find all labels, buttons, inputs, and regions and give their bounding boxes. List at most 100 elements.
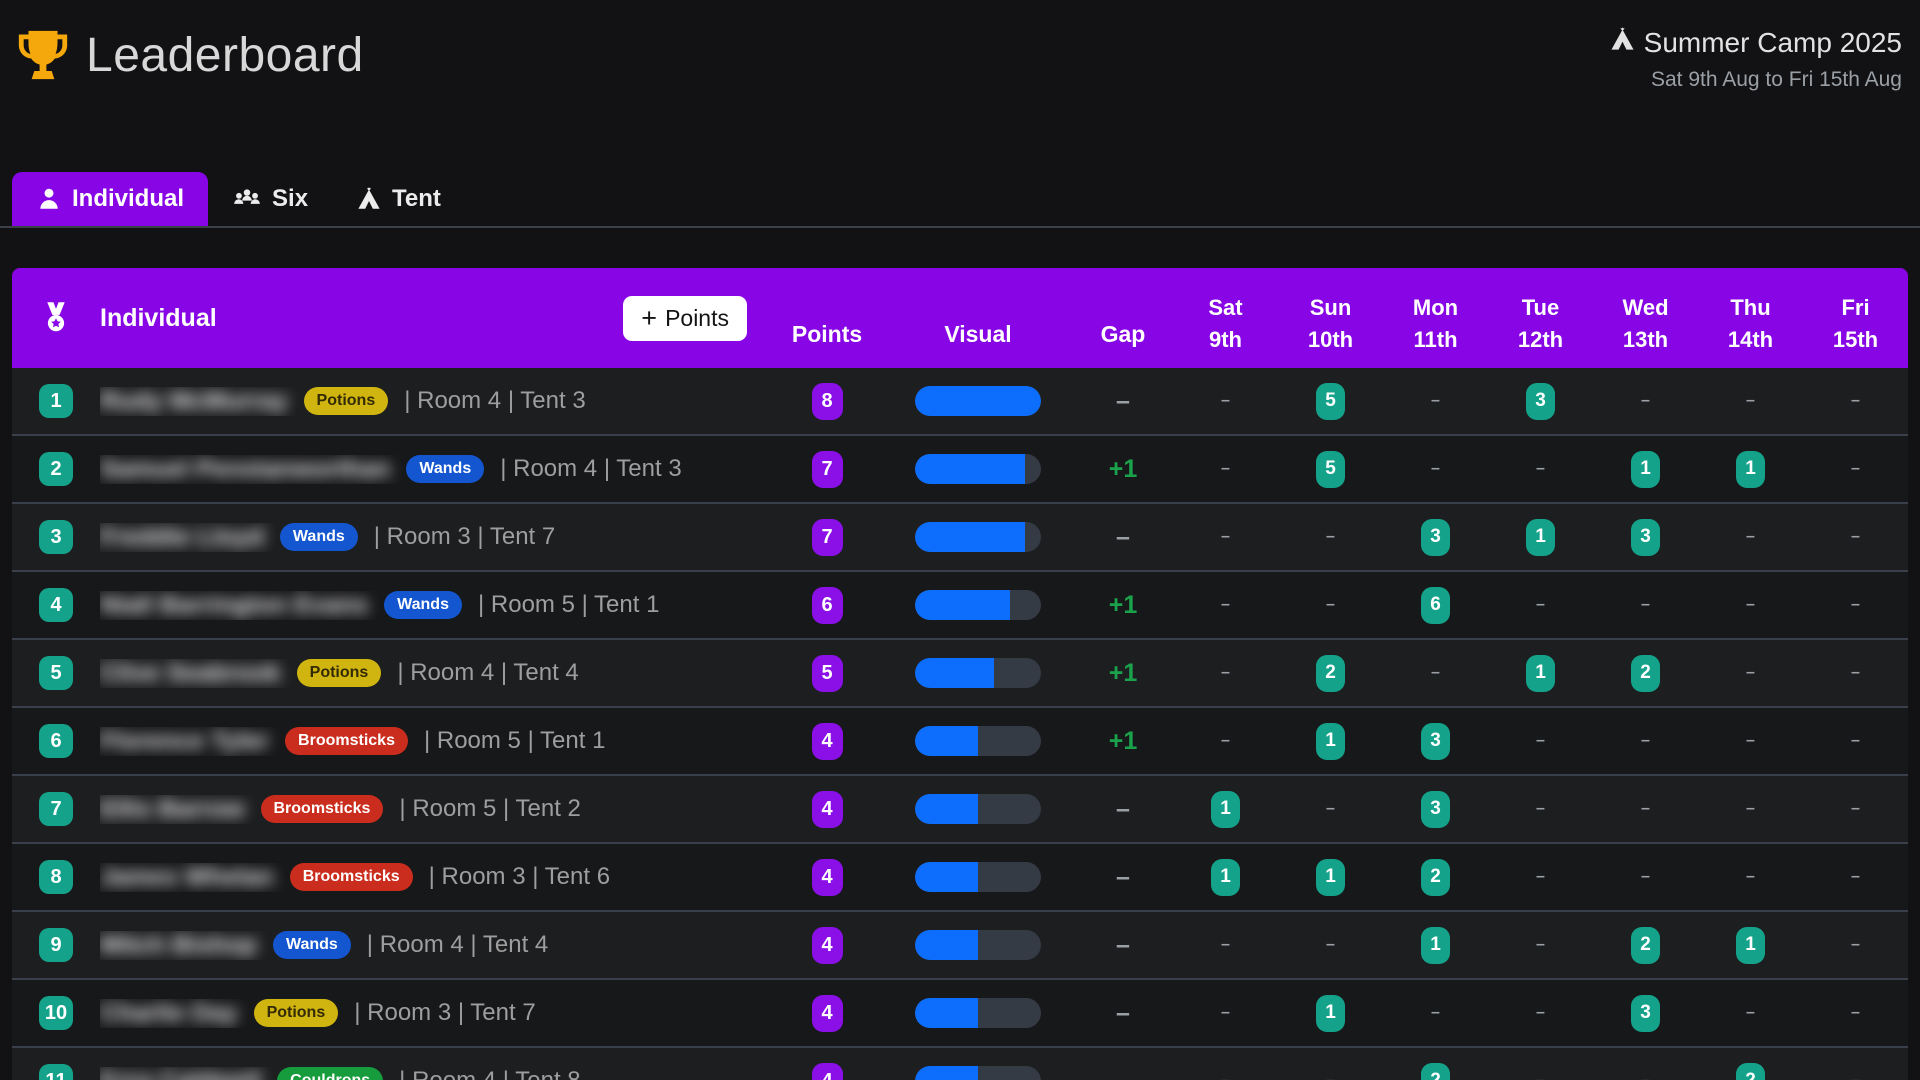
day-empty: – bbox=[1326, 596, 1335, 614]
column-day-wed: Wed13th bbox=[1593, 292, 1698, 368]
group-icon bbox=[232, 186, 262, 212]
rank-badge: 3 bbox=[39, 520, 73, 554]
leaderboard-row: 6Florence TylerBroomsticks| Room 5 | Ten… bbox=[12, 706, 1908, 774]
leaderboard-row: 10Charlie DayPotions| Room 3 | Tent 74––… bbox=[12, 978, 1908, 1046]
player-name-blurred: James Whelan bbox=[100, 863, 274, 892]
tab-individual[interactable]: Individual bbox=[12, 172, 208, 226]
rank-badge: 11 bbox=[39, 1064, 73, 1080]
team-badge: Broomsticks bbox=[261, 795, 384, 823]
day-empty: – bbox=[1536, 1004, 1545, 1022]
day-empty: – bbox=[1851, 732, 1860, 750]
progress-bar bbox=[915, 658, 1041, 688]
add-points-button[interactable]: + Points bbox=[623, 296, 747, 341]
day-empty: – bbox=[1641, 392, 1650, 410]
day-empty: – bbox=[1746, 732, 1755, 750]
day-points-badge: 1 bbox=[1211, 791, 1240, 828]
rank-badge: 8 bbox=[39, 860, 73, 894]
player-location: | Room 4 | Tent 8 bbox=[399, 1067, 580, 1080]
day-points-badge: 6 bbox=[1421, 587, 1450, 624]
day-empty: – bbox=[1536, 1072, 1545, 1080]
gap-value: – bbox=[1116, 863, 1130, 891]
progress-fill bbox=[915, 794, 978, 824]
player-location: | Room 4 | Tent 3 bbox=[500, 455, 681, 483]
team-badge: Potions bbox=[254, 999, 339, 1027]
gap-value: – bbox=[1116, 387, 1130, 415]
day-empty: – bbox=[1851, 392, 1860, 410]
progress-fill bbox=[915, 590, 1010, 620]
progress-bar bbox=[915, 930, 1041, 960]
day-empty: – bbox=[1746, 596, 1755, 614]
progress-bar bbox=[915, 998, 1041, 1028]
day-empty: – bbox=[1641, 732, 1650, 750]
points-badge: 4 bbox=[812, 723, 843, 760]
column-points: Points bbox=[771, 321, 883, 368]
tent-icon bbox=[356, 186, 382, 212]
day-points-badge: 3 bbox=[1526, 383, 1555, 420]
points-badge: 8 bbox=[812, 383, 843, 420]
day-empty: – bbox=[1851, 528, 1860, 546]
day-empty: – bbox=[1326, 1072, 1335, 1080]
column-day-tue: Tue12th bbox=[1488, 292, 1593, 368]
gap-value: +1 bbox=[1109, 455, 1138, 483]
day-empty: – bbox=[1221, 596, 1230, 614]
leaderboard-row: 7Ellis BarrowBroomsticks| Room 5 | Tent … bbox=[12, 774, 1908, 842]
column-gap: Gap bbox=[1073, 321, 1173, 368]
progress-bar bbox=[915, 794, 1041, 824]
rank-badge: 6 bbox=[39, 724, 73, 758]
day-empty: – bbox=[1536, 732, 1545, 750]
leaderboard-row: 2Samuel PenstanworthanWands| Room 4 | Te… bbox=[12, 434, 1908, 502]
day-empty: – bbox=[1536, 460, 1545, 478]
player-name-blurred: Samuel Penstanworthan bbox=[100, 455, 390, 484]
tab-six[interactable]: Six bbox=[208, 172, 332, 226]
column-day-thu: Thu14th bbox=[1698, 292, 1803, 368]
gap-value: – bbox=[1116, 931, 1130, 959]
points-badge: 7 bbox=[812, 451, 843, 488]
points-badge: 7 bbox=[812, 519, 843, 556]
day-empty: – bbox=[1746, 800, 1755, 818]
day-empty: – bbox=[1641, 596, 1650, 614]
day-points-badge: 1 bbox=[1631, 451, 1660, 488]
tab-tent[interactable]: Tent bbox=[332, 172, 465, 226]
day-empty: – bbox=[1221, 1004, 1230, 1022]
day-empty: – bbox=[1221, 460, 1230, 478]
day-empty: – bbox=[1851, 800, 1860, 818]
column-individual: Individual bbox=[100, 304, 217, 333]
day-empty: – bbox=[1326, 528, 1335, 546]
day-points-badge: 2 bbox=[1421, 859, 1450, 896]
day-points-badge: 3 bbox=[1631, 519, 1660, 556]
team-badge: Couldrons bbox=[277, 1067, 383, 1080]
event-dates: Sat 9th Aug to Fri 15th Aug bbox=[1609, 68, 1902, 92]
day-empty: – bbox=[1221, 732, 1230, 750]
gap-value: – bbox=[1116, 999, 1130, 1027]
player-name-blurred: Rudy McMurray bbox=[100, 387, 288, 416]
day-empty: – bbox=[1431, 1004, 1440, 1022]
team-badge: Wands bbox=[280, 523, 358, 551]
progress-bar bbox=[915, 726, 1041, 756]
leaderboard-row: 9Mitch BishopWands| Room 4 | Tent 44–––1… bbox=[12, 910, 1908, 978]
player-location: | Room 5 | Tent 1 bbox=[478, 591, 659, 619]
team-badge: Wands bbox=[273, 931, 351, 959]
day-empty: – bbox=[1431, 664, 1440, 682]
player-name-blurred: Clive Seabrook bbox=[100, 659, 281, 688]
progress-fill bbox=[915, 726, 978, 756]
progress-fill bbox=[915, 862, 978, 892]
player-location: | Room 3 | Tent 7 bbox=[354, 999, 535, 1027]
day-points-badge: 3 bbox=[1631, 995, 1660, 1032]
player-name-blurred: Freddie Lloyd bbox=[100, 523, 264, 552]
top-header: Leaderboard Summer Camp 2025 Sat 9th Aug… bbox=[0, 0, 1920, 92]
day-points-badge: 5 bbox=[1316, 451, 1345, 488]
progress-fill bbox=[915, 998, 978, 1028]
gap-value: +1 bbox=[1109, 591, 1138, 619]
leaderboard-table: Individual + Points Points Visual Gap Sa… bbox=[12, 268, 1908, 1080]
rank-badge: 4 bbox=[39, 588, 73, 622]
day-empty: – bbox=[1536, 800, 1545, 818]
progress-fill bbox=[915, 930, 978, 960]
progress-bar bbox=[915, 454, 1041, 484]
team-badge: Broomsticks bbox=[285, 727, 408, 755]
tab-bar: IndividualSixTent bbox=[0, 172, 1920, 228]
day-empty: – bbox=[1851, 868, 1860, 886]
gap-value: – bbox=[1116, 1067, 1130, 1080]
day-points-badge: 5 bbox=[1316, 383, 1345, 420]
day-empty: – bbox=[1746, 664, 1755, 682]
points-badge: 6 bbox=[812, 587, 843, 624]
